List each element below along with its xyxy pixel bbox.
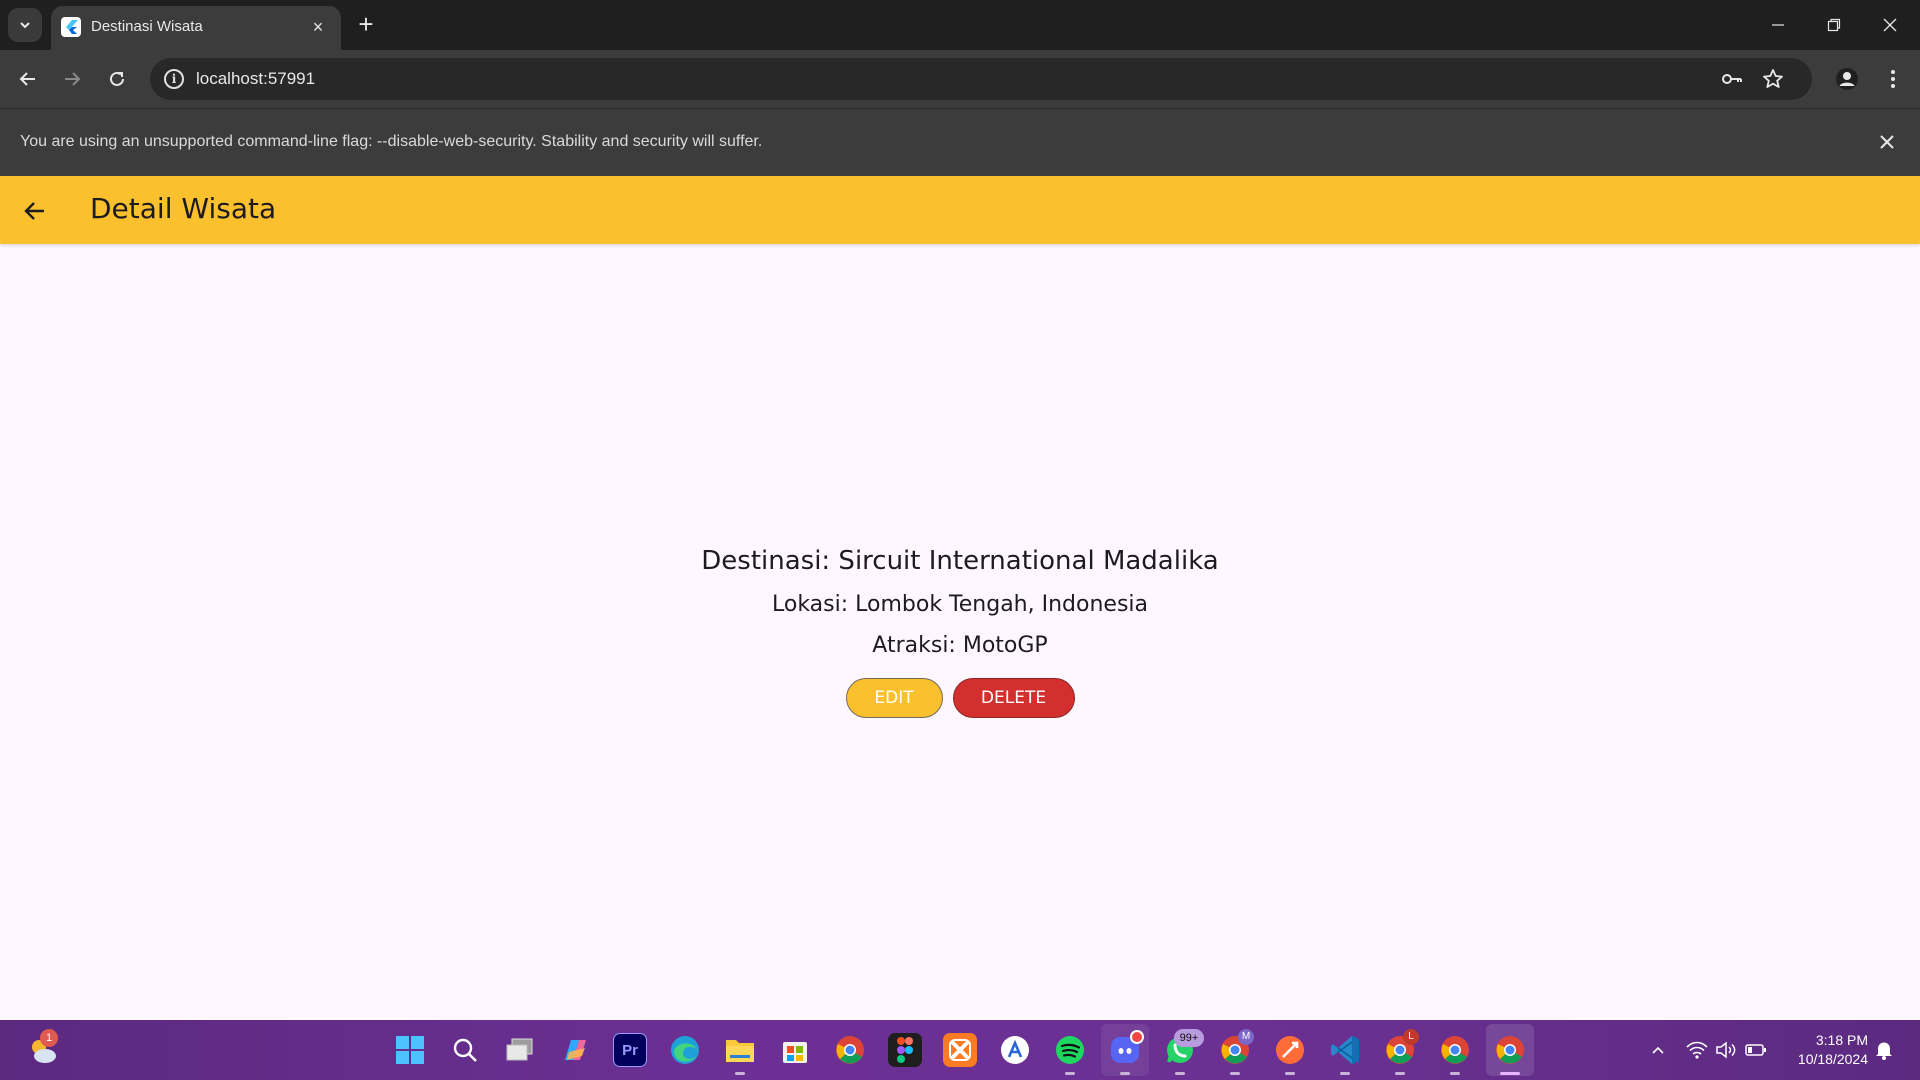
system-clock[interactable]: 3:18 PM 10/18/2024 <box>1798 1031 1868 1069</box>
clock-time: 3:18 PM <box>1815 1032 1868 1048</box>
reload-icon <box>110 71 124 86</box>
xampp-icon[interactable] <box>943 1033 977 1067</box>
chrome-profile-badge-m: M <box>1238 1029 1254 1045</box>
browser-toolbar: i localhost:57991 <box>0 50 1920 108</box>
running-indicator <box>1395 1072 1405 1075</box>
app-store-a-icon[interactable] <box>998 1033 1032 1067</box>
tab-close-button[interactable]: × <box>307 16 329 38</box>
key-icon[interactable] <box>1720 67 1744 91</box>
file-explorer-icon[interactable] <box>723 1033 757 1067</box>
edge-icon[interactable] <box>668 1033 702 1067</box>
running-indicator <box>1065 1072 1075 1075</box>
minimize-button[interactable] <box>1750 0 1806 50</box>
kebab-menu-icon <box>1891 70 1895 88</box>
notification-bell-icon[interactable] <box>1872 1038 1896 1062</box>
vscode-icon[interactable] <box>1328 1033 1362 1067</box>
detail-content: Destinasi: Sircuit International Madalik… <box>0 244 1920 1020</box>
action-buttons: EDIT DELETE <box>845 678 1075 718</box>
forward-button[interactable] <box>55 62 89 96</box>
close-icon <box>1883 18 1897 32</box>
volume-icon[interactable] <box>1714 1038 1738 1062</box>
bookmark-star-icon[interactable] <box>1761 67 1785 91</box>
minimize-icon <box>1772 24 1784 26</box>
running-indicator <box>735 1072 745 1075</box>
site-info-icon[interactable]: i <box>164 69 184 89</box>
postman-icon[interactable] <box>1273 1033 1307 1067</box>
discord-notification-dot <box>1130 1030 1144 1044</box>
close-icon <box>1880 135 1894 149</box>
edit-button[interactable]: EDIT <box>845 678 943 718</box>
back-button[interactable] <box>11 62 45 96</box>
warning-infobar: You are using an unsupported command-lin… <box>0 108 1920 176</box>
premiere-pro-icon[interactable]: Pr <box>613 1033 647 1067</box>
arrow-left-icon <box>19 72 35 86</box>
copilot-icon[interactable] <box>558 1033 592 1067</box>
running-indicator <box>1230 1072 1240 1075</box>
figma-icon[interactable] <box>888 1033 922 1067</box>
windows-start-icon[interactable] <box>393 1033 427 1067</box>
delete-button[interactable]: DELETE <box>952 678 1075 718</box>
running-indicator <box>1285 1072 1295 1075</box>
address-bar[interactable]: i localhost:57991 <box>150 58 1812 100</box>
chevron-up-icon[interactable] <box>1646 1038 1670 1062</box>
whatsapp-badge: 99+ <box>1174 1029 1204 1047</box>
running-indicator <box>1175 1072 1185 1075</box>
active-indicator <box>1500 1072 1520 1075</box>
task-view-icon[interactable] <box>503 1033 537 1067</box>
windows-taskbar: 1 Pr 99+ M L 3:18 PM 10/18/2024 <box>0 1020 1920 1080</box>
app-back-button[interactable] <box>16 192 54 230</box>
tab-title: Destinasi Wisata <box>91 18 203 35</box>
running-indicator <box>1120 1072 1130 1075</box>
search-icon[interactable] <box>448 1033 482 1067</box>
microsoft-store-icon[interactable] <box>778 1033 812 1067</box>
flutter-favicon-icon <box>61 17 81 37</box>
location-text: Lokasi: Lombok Tengah, Indonesia <box>771 592 1148 617</box>
infobar-message: You are using an unsupported command-lin… <box>20 133 763 150</box>
reload-button[interactable] <box>100 62 134 96</box>
profile-button[interactable] <box>1830 62 1864 96</box>
running-indicator <box>1340 1072 1350 1075</box>
battery-icon[interactable] <box>1744 1038 1768 1062</box>
chrome-active-icon[interactable] <box>1493 1033 1527 1067</box>
restore-icon <box>1827 18 1841 32</box>
tab-search-button[interactable] <box>8 8 42 42</box>
running-indicator <box>1450 1072 1460 1075</box>
chrome-icon[interactable] <box>1438 1033 1472 1067</box>
app-bar: Detail Wisata <box>0 176 1920 244</box>
browser-tab[interactable]: Destinasi Wisata × <box>51 6 341 50</box>
arrow-right-icon <box>65 72 81 86</box>
infobar-close-button[interactable] <box>1874 129 1900 155</box>
chevron-down-icon <box>20 22 30 29</box>
attraction-text: Atraksi: MotoGP <box>872 633 1048 658</box>
arrow-back-icon <box>24 202 44 220</box>
page-title: Detail Wisata <box>90 192 277 225</box>
new-tab-button[interactable]: + <box>351 9 381 39</box>
spotify-icon[interactable] <box>1053 1033 1087 1067</box>
url-text[interactable]: localhost:57991 <box>196 69 315 89</box>
chrome-icon[interactable] <box>833 1033 867 1067</box>
browser-tab-strip: Destinasi Wisata × + <box>0 0 1920 50</box>
browser-menu-button[interactable] <box>1876 62 1910 96</box>
chrome-profile-badge-l: L <box>1403 1029 1419 1045</box>
destination-text: Destinasi: Sircuit International Madalik… <box>701 546 1219 576</box>
profile-icon <box>1836 68 1858 90</box>
weather-badge: 1 <box>40 1029 58 1047</box>
restore-button[interactable] <box>1806 0 1862 50</box>
clock-date: 10/18/2024 <box>1797 1051 1868 1067</box>
close-window-button[interactable] <box>1862 0 1918 50</box>
wifi-icon[interactable] <box>1685 1038 1709 1062</box>
